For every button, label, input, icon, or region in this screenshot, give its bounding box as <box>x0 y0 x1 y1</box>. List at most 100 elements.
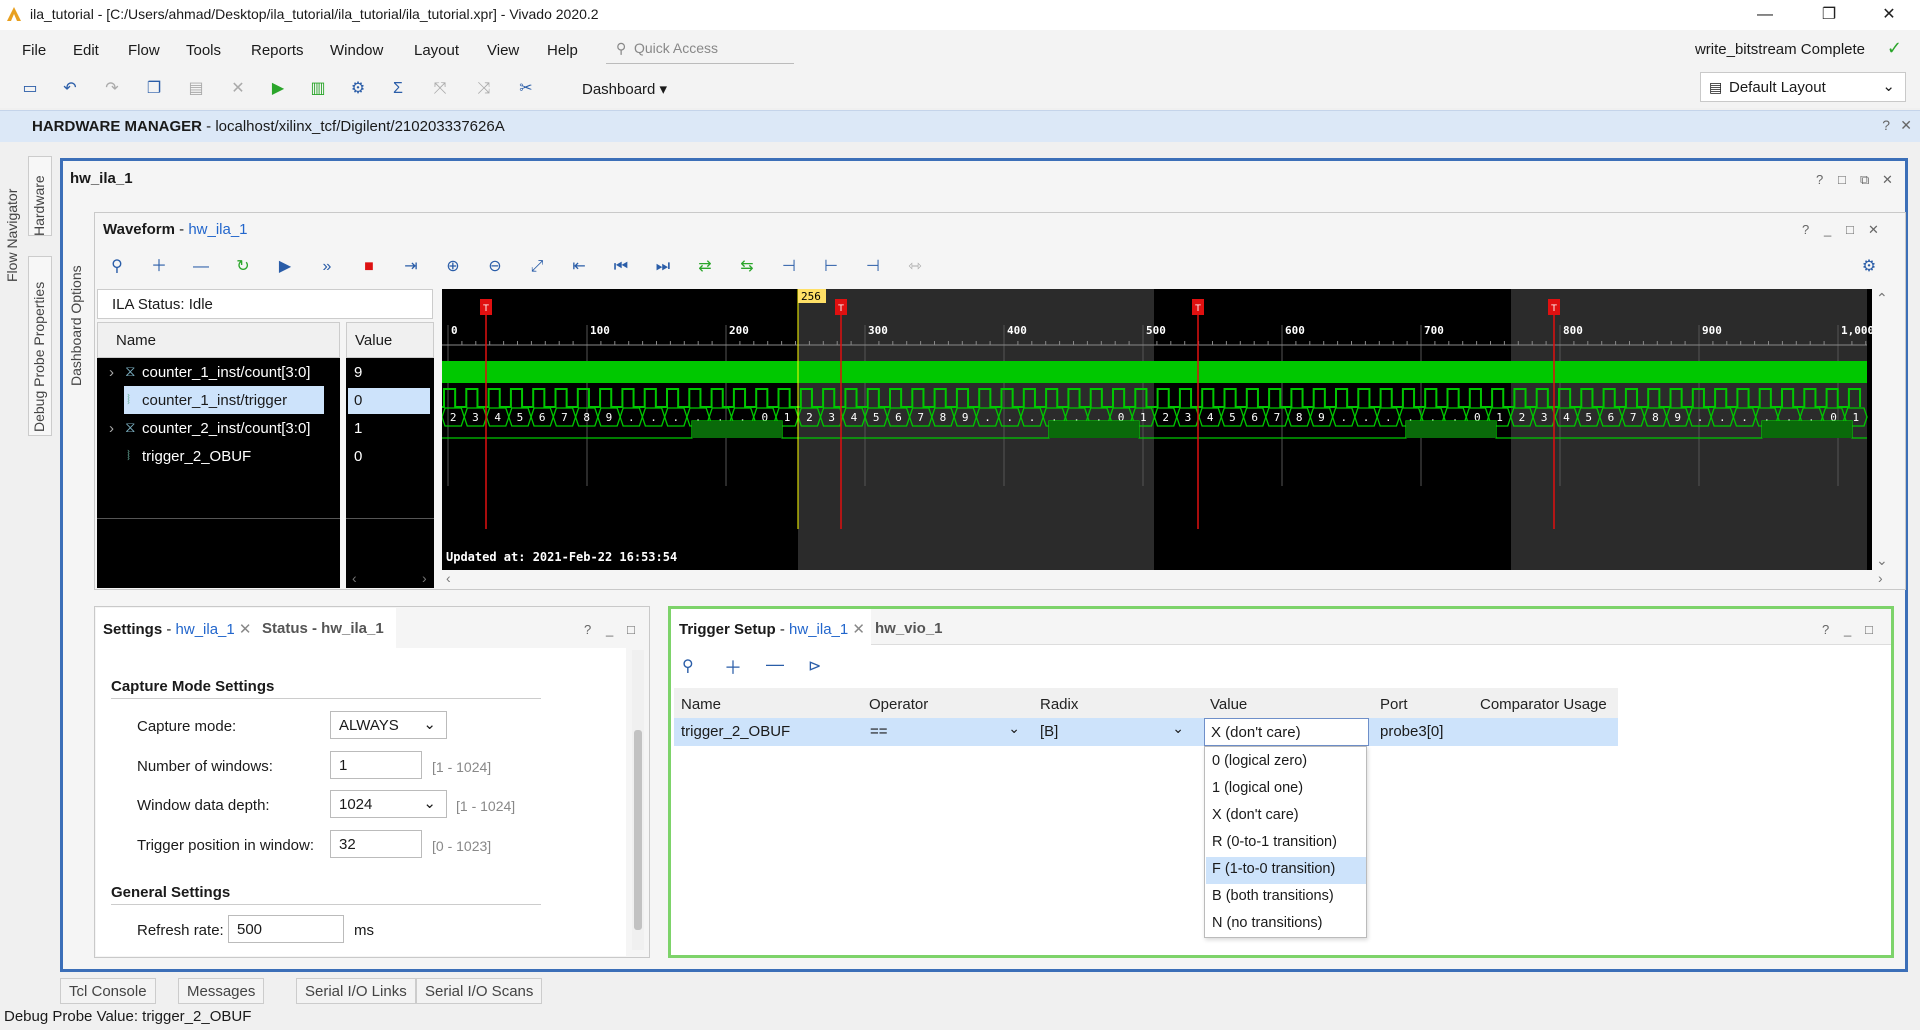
dropdown-option[interactable]: F (1-to-0 transition) <box>1206 857 1366 884</box>
maximize-icon[interactable]: □ <box>627 622 635 637</box>
dropdown-option[interactable]: B (both transitions) <box>1206 884 1366 911</box>
swap-cursors-icon[interactable]: ⇿ <box>904 256 926 278</box>
open-folder-icon[interactable]: ▭ <box>20 79 40 99</box>
minimize-icon[interactable]: _ <box>1844 622 1851 637</box>
menu-help[interactable]: Help <box>547 42 578 59</box>
help-icon[interactable]: ? <box>1822 622 1829 637</box>
go-to-start-icon[interactable]: ⏮ <box>610 256 632 278</box>
dropdown-option[interactable]: R (0-to-1 transition) <box>1206 830 1366 857</box>
add-marker-icon[interactable]: ⊣ <box>778 256 800 278</box>
expand-chevron-icon[interactable]: › <box>109 420 114 437</box>
col-operator[interactable]: Operator <box>869 696 928 720</box>
waveform-link[interactable]: hw_ila_1 <box>188 221 247 238</box>
waveform-canvas[interactable]: 0 100 200 300 400 500 600 700 800 900 1,000 2 3 4 5 6 7… <box>442 289 1872 570</box>
remove-icon[interactable]: — <box>190 256 212 278</box>
zoom-out-icon[interactable]: ⊖ <box>484 256 506 278</box>
sigma-icon[interactable]: Σ <box>388 79 408 99</box>
menu-tools[interactable]: Tools <box>186 42 221 59</box>
tab-settings[interactable]: Settings - hw_ila_1 ✕ <box>103 620 252 638</box>
run-immediate-icon[interactable]: » <box>316 256 338 278</box>
settings-scrollbar[interactable] <box>632 650 644 950</box>
undo-icon[interactable]: ↶ <box>60 79 80 99</box>
signal-row[interactable]: › ⧖ counter_1_inst/count[3:0] <box>97 358 340 386</box>
quick-access-input[interactable]: ⚲ Quick Access <box>606 36 794 64</box>
add-icon[interactable]: ＋ <box>148 256 170 278</box>
menu-file[interactable]: File <box>22 42 46 59</box>
help-icon[interactable]: ? <box>584 622 591 637</box>
signal-row-selected[interactable]: ⧘ counter_1_inst/trigger <box>124 386 324 414</box>
expand-chevron-icon[interactable]: › <box>109 364 114 381</box>
menu-view[interactable]: View <box>487 42 519 59</box>
delete-icon[interactable]: ✕ <box>228 79 248 99</box>
route-icon[interactable]: ⤧ <box>430 79 450 99</box>
close-window-icon[interactable]: ✕ <box>1866 2 1912 28</box>
dashboard-menu[interactable]: Dashboard ▾ <box>582 80 667 98</box>
search-icon[interactable]: ⚲ <box>106 256 128 278</box>
go-to-end-icon[interactable]: ⏭ <box>652 256 674 278</box>
depth-select[interactable]: 1024 ⌄ <box>330 790 447 818</box>
next-transition-icon[interactable]: ⇆ <box>736 256 758 278</box>
next-marker-icon[interactable]: ⊣ <box>862 256 884 278</box>
menu-window[interactable]: Window <box>330 42 383 59</box>
tool-icon[interactable]: ⤨ <box>474 79 494 99</box>
help-icon[interactable]: ? <box>1882 117 1890 133</box>
windows-input[interactable]: 1 <box>330 751 422 779</box>
zoom-fit-icon[interactable]: ⤢ <box>526 256 548 278</box>
tab-trigger-setup[interactable]: Trigger Setup - hw_ila_1 ✕ <box>679 620 865 638</box>
minimize-icon[interactable]: _ <box>606 622 613 637</box>
dropdown-option[interactable]: 1 (logical one) <box>1206 776 1366 803</box>
signal-row[interactable]: ⧘ trigger_2_OBUF <box>97 442 340 470</box>
zoom-in-icon[interactable]: ⊕ <box>442 256 464 278</box>
close-icon[interactable]: ✕ <box>1882 172 1893 188</box>
help-icon[interactable]: ? <box>1802 222 1809 237</box>
waveform-settings-icon[interactable]: ⚙ <box>1858 256 1880 278</box>
maximize-icon[interactable]: □ <box>1846 222 1854 237</box>
layout-select[interactable]: ▤ Default Layout ⌄ <box>1700 72 1906 102</box>
menu-reports[interactable]: Reports <box>251 42 304 59</box>
name-column-header[interactable]: Name <box>97 322 340 358</box>
refresh-rate-input[interactable]: 500 <box>228 915 344 943</box>
scrollbar-thumb[interactable] <box>634 730 642 930</box>
tab-flow-navigator[interactable]: Flow Navigator <box>4 189 20 282</box>
remove-probe-icon[interactable]: — <box>766 654 784 675</box>
operator-select[interactable]: == ⌄ <box>862 718 1030 746</box>
tab-messages[interactable]: Messages <box>178 978 265 1004</box>
col-name[interactable]: Name <box>681 696 721 720</box>
col-port[interactable]: Port <box>1380 696 1408 720</box>
prev-transition-icon[interactable]: ⇄ <box>694 256 716 278</box>
tab-dashboard-options[interactable]: Dashboard Options <box>68 265 84 386</box>
dropdown-option[interactable]: N (no transitions) <box>1206 911 1366 938</box>
tab-hardware[interactable]: Hardware <box>31 175 47 236</box>
value-select[interactable]: X (don't care) <box>1204 718 1369 746</box>
go-to-cursor-icon[interactable]: ⇤ <box>568 256 590 278</box>
scroll-left-icon[interactable]: ‹ <box>446 570 451 586</box>
capture-mode-select[interactable]: ALWAYS ⌄ <box>330 711 447 739</box>
radix-select[interactable]: [B] ⌄ <box>1034 718 1194 746</box>
col-value[interactable]: Value <box>1210 696 1247 720</box>
maximize-icon[interactable]: □ <box>1865 622 1873 637</box>
close-icon[interactable]: ✕ <box>1900 117 1912 134</box>
trigger-position-input[interactable]: 32 <box>330 830 422 858</box>
maximize-icon[interactable]: □ <box>1838 172 1846 187</box>
export-icon[interactable]: ⇥ <box>400 256 422 278</box>
redo-icon[interactable]: ↷ <box>102 79 122 99</box>
menu-edit[interactable]: Edit <box>73 42 99 59</box>
minimize-icon[interactable]: — <box>1742 2 1788 28</box>
run-trigger-icon[interactable]: ▶ <box>274 256 296 278</box>
prev-marker-icon[interactable]: ⊢ <box>820 256 842 278</box>
scroll-down-icon[interactable]: ⌄ <box>1876 552 1888 569</box>
refresh-icon[interactable]: ↻ <box>232 256 254 278</box>
help-icon[interactable]: ? <box>1816 172 1823 187</box>
tab-status[interactable]: Status - hw_ila_1 <box>262 620 384 637</box>
scroll-right-icon[interactable]: › <box>422 570 427 586</box>
paste-icon[interactable]: ▤ <box>186 79 206 99</box>
col-comparator-usage[interactable]: Comparator Usage <box>1480 696 1607 720</box>
tab-serial-io-links[interactable]: Serial I/O Links <box>296 978 416 1004</box>
tab-serial-io-scans[interactable]: Serial I/O Scans <box>416 978 543 1004</box>
menu-flow[interactable]: Flow <box>128 42 160 59</box>
settings-gear-icon[interactable]: ⚙ <box>348 79 368 99</box>
menu-layout[interactable]: Layout <box>414 42 459 59</box>
float-icon[interactable]: ⧉ <box>1860 172 1869 188</box>
tab-debug-probe-properties[interactable]: Debug Probe Properties <box>31 282 47 432</box>
dropdown-option[interactable]: 0 (logical zero) <box>1206 749 1366 776</box>
